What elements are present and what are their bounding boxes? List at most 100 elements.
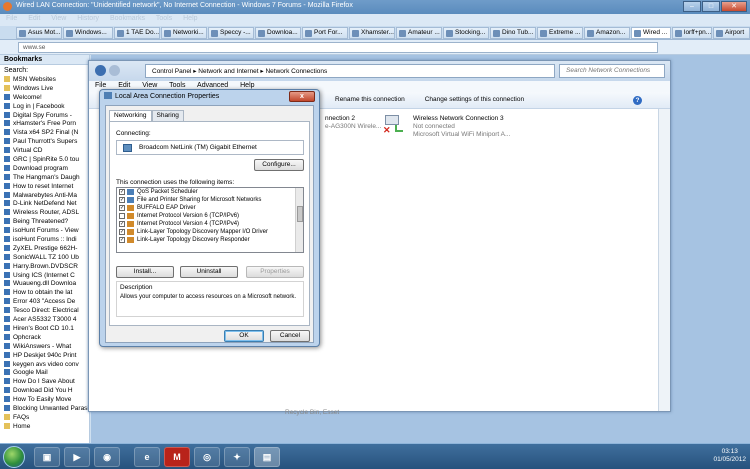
network-taskbar-icon[interactable]: ▤ (254, 447, 280, 467)
list-item[interactable]: ✓ Link-Layer Topology Discovery Responder (117, 236, 303, 244)
item-checkbox[interactable]: ✓ (119, 237, 125, 243)
browser-tab[interactable]: Xhamster... (349, 27, 395, 39)
breadcrumb-control-panel[interactable]: Control Panel (152, 68, 191, 75)
bookmark-item[interactable]: How To Easily Move (0, 396, 89, 405)
bookmark-item[interactable]: Download Did You H (0, 387, 89, 396)
list-item[interactable]: ✓ Link-Layer Topology Discovery Mapper I/… (117, 228, 303, 236)
menu-history[interactable]: History (77, 15, 99, 22)
bookmark-item[interactable]: Google Mail (0, 369, 89, 378)
bookmark-item[interactable]: FAQs (0, 413, 89, 423)
bookmark-item[interactable]: MSN Websites (0, 76, 89, 85)
bookmark-item[interactable]: isoHunt Forums :: Indi (0, 236, 89, 245)
bookmark-item[interactable]: Blocking Unwanted Parasites with a Hosts… (0, 404, 89, 414)
bookmark-item[interactable]: Welcome! (0, 93, 89, 103)
close-icon[interactable]: ✕ (721, 1, 747, 12)
menu-edit[interactable]: Edit (28, 15, 40, 22)
scroll-thumb[interactable] (297, 206, 303, 222)
bookmark-item[interactable]: Log in | Facebook (0, 102, 89, 112)
list-item[interactable]: ✓ BUFFALO EAP Driver (117, 204, 303, 212)
bookmark-item[interactable]: Harry.Brown.DVDSCR (0, 262, 89, 272)
bookmark-item[interactable]: Windows Live (0, 84, 89, 94)
browser-tab[interactable]: Stocking... (443, 27, 489, 39)
explorer-menu-file[interactable]: File (95, 82, 106, 89)
explorer-taskbar-icon[interactable]: ▣ (34, 447, 60, 467)
bookmark-item[interactable]: SonicWALL TZ 100 Ub (0, 253, 89, 263)
bookmark-item[interactable]: Paul Thurrott's Supers (0, 138, 89, 147)
browser-tab[interactable]: Amazon... (584, 27, 630, 39)
install-button[interactable]: Install... (116, 266, 174, 278)
item-checkbox[interactable]: ✓ (119, 205, 125, 211)
connection-item-left[interactable]: nnection 2 e-AG300N Wirele... (325, 115, 381, 131)
uninstall-button[interactable]: Uninstall (180, 266, 238, 278)
configure-button[interactable]: Configure... (254, 159, 304, 171)
change-settings-button[interactable]: Change settings of this connection (425, 96, 524, 103)
explorer-menu-help[interactable]: Help (240, 82, 254, 89)
browser-tab[interactable]: Downloa... (255, 27, 301, 39)
bookmark-item[interactable]: Error 403 "Access De (0, 298, 89, 307)
browser-tab[interactable]: Airport (713, 27, 750, 39)
breadcrumb[interactable]: Control Panel ▸ Network and Internet ▸ N… (145, 64, 555, 78)
help-icon[interactable]: ? (633, 96, 642, 105)
dialog-close-button[interactable]: x (289, 91, 315, 102)
browser-tab[interactable]: Port For... (302, 27, 348, 39)
browser-tab[interactable]: Windows... (63, 27, 113, 39)
bookmark-item[interactable]: Vista x64 SP2 Final (N (0, 129, 89, 138)
explorer-menu-tools[interactable]: Tools (169, 82, 185, 89)
bookmark-item[interactable]: Wuaueng.dll Downloa (0, 280, 89, 289)
browser-tab[interactable]: Networki... (161, 27, 207, 39)
explorer-menu-advanced[interactable]: Advanced (197, 82, 228, 89)
bookmark-item[interactable]: ZyXEL Prestige 662H- (0, 244, 89, 254)
bookmark-item[interactable]: Home (0, 422, 89, 432)
system-clock[interactable]: 03:13 01/05/2012 (713, 448, 746, 464)
browser-tab[interactable]: 1 TAE Do... (114, 27, 160, 39)
url-bar[interactable]: www.se (18, 42, 658, 53)
bookmark-item[interactable]: keygen avs video conv (0, 360, 89, 370)
bookmark-item[interactable]: Malwarebytes Anti-Ma (0, 191, 89, 201)
media-player-taskbar-icon[interactable]: ▶ (64, 447, 90, 467)
list-item[interactable]: Internet Protocol Version 6 (TCP/IPv6) (117, 212, 303, 220)
list-item[interactable]: ✓ Internet Protocol Version 4 (TCP/IPv4) (117, 220, 303, 228)
rename-connection-button[interactable]: Rename this connection (335, 96, 405, 103)
bookmark-item[interactable]: The Hangman's Daugh (0, 173, 89, 183)
minimize-icon[interactable]: – (683, 1, 701, 12)
bookmark-item[interactable]: isoHunt Forums - View (0, 227, 89, 236)
menu-view[interactable]: View (51, 15, 66, 22)
bookmark-item[interactable]: D-Link NetDefend Net (0, 200, 89, 209)
breadcrumb-network-internet[interactable]: Network and Internet (198, 68, 258, 75)
bookmark-item[interactable]: GRC | SpinRite 5.0 tou (0, 156, 89, 165)
bookmark-item[interactable]: Hiren's Boot CD 10.1 (0, 324, 89, 334)
bookmark-item[interactable]: WikiAnswers - What (0, 342, 89, 352)
start-button[interactable] (3, 446, 25, 468)
menu-tools[interactable]: Tools (156, 15, 172, 22)
item-checkbox[interactable]: ✓ (119, 221, 125, 227)
explorer-menu-view[interactable]: View (142, 82, 157, 89)
browser-tab[interactable]: Asus Mot... (16, 27, 62, 39)
explorer-search-input[interactable]: Search Network Connections (559, 64, 665, 78)
browser-tab[interactable]: Speccy -... (208, 27, 254, 39)
bookmark-item[interactable]: Using ICS (Internet C (0, 271, 89, 281)
cancel-button[interactable]: Cancel (270, 330, 310, 342)
bookmark-item[interactable]: How to obtain the lat (0, 289, 89, 298)
menu-file[interactable]: File (6, 15, 17, 22)
list-item[interactable]: ✓ QoS Packet Scheduler (117, 188, 303, 196)
ok-button[interactable]: OK (224, 330, 264, 342)
properties-button[interactable]: Properties (246, 266, 304, 278)
explorer-menu-edit[interactable]: Edit (118, 82, 130, 89)
back-icon[interactable] (95, 65, 106, 76)
breadcrumb-network-connections[interactable]: Network Connections (265, 68, 327, 75)
forward-icon[interactable] (109, 65, 120, 76)
app-taskbar-icon[interactable]: ◎ (194, 447, 220, 467)
ie-taskbar-icon[interactable]: e (134, 447, 160, 467)
bookmark-item[interactable]: HP Deskjet 940c Print (0, 351, 89, 361)
maximize-icon[interactable]: □ (702, 1, 720, 12)
bookmark-item[interactable]: Download program (0, 164, 89, 174)
tab-sharing[interactable]: Sharing (151, 110, 184, 121)
bookmark-item[interactable]: Being Threatened? (0, 218, 89, 227)
item-checkbox[interactable]: ✓ (119, 189, 125, 195)
firefox-taskbar-icon[interactable]: ◉ (94, 447, 120, 467)
app-taskbar-icon[interactable]: ✦ (224, 447, 250, 467)
browser-tab-active[interactable]: Wired ... (631, 27, 671, 39)
bookmark-item[interactable]: xHamster's Free Porn (0, 120, 89, 129)
list-item[interactable]: ✓ File and Printer Sharing for Microsoft … (117, 196, 303, 204)
bookmark-item[interactable]: Virtual CD (0, 147, 89, 156)
